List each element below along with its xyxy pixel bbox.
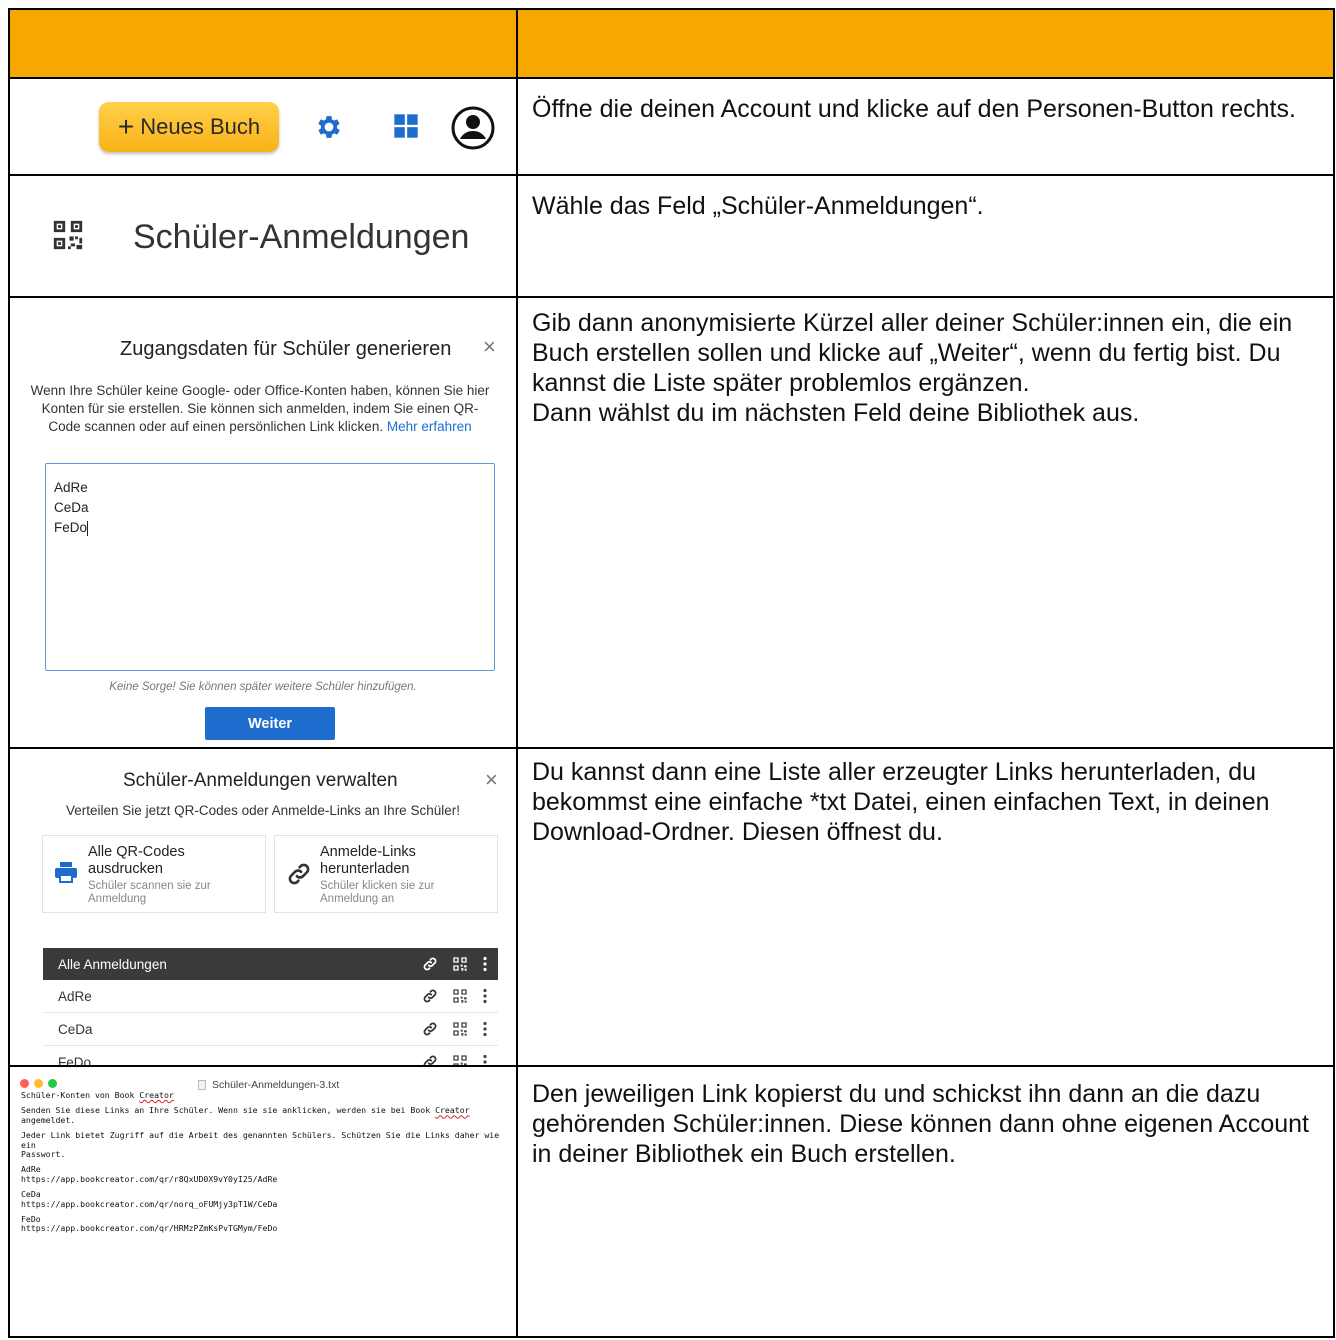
list-header-label: Alle Anmeldungen [58, 956, 167, 972]
table-header-left [10, 10, 518, 79]
textfile-content: Schüler-Konten von Book Creator Senden S… [21, 1090, 511, 1234]
list-item[interactable]: AdRe [43, 980, 498, 1013]
step-1-description: Öffne die deinen Account und klicke auf … [518, 79, 1333, 176]
dialog-info: Wenn Ihre Schüler keine Google- oder Off… [30, 382, 490, 436]
link-icon [286, 861, 312, 892]
qr-code-icon [51, 218, 85, 257]
entry-line-active: FeDo [54, 518, 486, 538]
more-vert-icon[interactable] [482, 1054, 488, 1067]
logins-list: Alle Anmeldungen AdRe CeDa FeDo [43, 948, 498, 1067]
table-header-right [518, 10, 1333, 79]
step-5-description: Den jeweiligen Link kopierst du und schi… [532, 1080, 1310, 1168]
dialog-hint: Keine Sorge! Sie können später weitere S… [109, 681, 417, 693]
screenshot-manage-dialog: Schüler-Anmeldungen verwalten × Verteile… [10, 749, 518, 1067]
new-book-label: Neues Buch [140, 114, 261, 139]
step-2-description: Wähle das Feld „Schüler-Anmeldungen“. [518, 176, 1333, 298]
plus-icon: + [117, 111, 135, 142]
qr-code-icon[interactable] [452, 956, 468, 972]
list-item-label: FeDo [58, 1054, 92, 1067]
textfile-heading: Schüler-Konten von Book Creator [21, 1090, 511, 1100]
list-item[interactable]: CeDa [43, 1013, 498, 1046]
textfile-entry-url[interactable]: https://app.bookcreator.com/qr/HRMzPZmKs… [21, 1224, 511, 1234]
zoom-window-dot[interactable] [48, 1079, 57, 1088]
card-subtitle: Schüler scannen sie zur Anmeldung [88, 880, 211, 905]
new-book-button[interactable]: + Neues Buch [99, 102, 279, 152]
entry-line: CeDa [54, 500, 89, 515]
textfile-para-text: Senden Sie diese Links an Ihre Schüler. … [21, 1105, 436, 1116]
link-icon[interactable] [422, 1021, 438, 1037]
entry-line: AdRe [54, 480, 88, 495]
qr-code-icon[interactable] [452, 988, 468, 1004]
textfile-entry-url[interactable]: https://app.bookcreator.com/qr/norq_oFUM… [21, 1199, 511, 1209]
more-vert-icon[interactable] [482, 1021, 488, 1037]
window-title: Schüler-Anmeldungen-3.txt [198, 1079, 339, 1091]
dialog-subtitle: Verteilen Sie jetzt QR-Codes oder Anmeld… [66, 803, 460, 818]
close-icon[interactable]: × [485, 767, 498, 793]
qr-code-icon[interactable] [452, 1054, 468, 1067]
more-vert-icon[interactable] [482, 988, 488, 1004]
textfile-entry-url[interactable]: https://app.bookcreator.com/qr/r8QxUD0X9… [21, 1174, 511, 1184]
account-icon[interactable] [450, 105, 496, 156]
textfile-heading-brand: Creator [139, 1090, 174, 1100]
gear-icon[interactable] [314, 112, 344, 147]
more-vert-icon[interactable] [482, 956, 488, 972]
screenshot-toolbar: + Neues Buch [10, 79, 518, 176]
minimize-window-dot[interactable] [34, 1079, 43, 1088]
document-icon [198, 1080, 206, 1090]
textfile-paragraph: Senden Sie diese Links an Ihre Schüler. … [21, 1106, 511, 1125]
step-4-description: Du kannst dann eine Liste aller erzeugte… [518, 749, 1333, 1067]
screenshot-generate-dialog: Zugangsdaten für Schüler generieren × We… [10, 298, 518, 749]
step-3-line: Dann wählst du im nächsten Feld deine Bi… [532, 399, 1140, 427]
entry-line-text: FeDo [54, 520, 88, 535]
screenshot-menu-item: Schüler-Anmeldungen [10, 176, 518, 298]
continue-button[interactable]: Weiter [205, 707, 335, 740]
dialog-title: Schüler-Anmeldungen verwalten [123, 770, 398, 791]
textfile-para-text: angemeldet. [21, 1114, 76, 1125]
qr-code-icon[interactable] [452, 1021, 468, 1037]
screenshot-textfile: Schüler-Anmeldungen-3.txt Schüler-Konten… [10, 1067, 518, 1336]
link-icon[interactable] [422, 1054, 438, 1067]
printer-icon [54, 861, 78, 888]
list-header: Alle Anmeldungen [43, 948, 498, 980]
textfile-paragraph: Jeder Link bietet Zugriff auf die Arbeit… [21, 1130, 500, 1160]
instruction-table: + Neues Buch Öffne die deinen Account un… [8, 8, 1335, 1338]
list-item-label: AdRe [58, 988, 92, 1004]
list-item[interactable]: FeDo [43, 1046, 498, 1067]
print-qr-codes-card[interactable]: Alle QR-Codes ausdrucken Schüler scannen… [42, 835, 266, 913]
download-links-card[interactable]: Anmelde-Links herunterladen Schüler klic… [274, 835, 498, 913]
link-icon[interactable] [422, 956, 438, 972]
student-logins-menu-label[interactable]: Schüler-Anmeldungen [133, 218, 469, 257]
list-item-label: CeDa [58, 1021, 93, 1037]
grid-view-icon[interactable] [392, 112, 420, 145]
close-icon[interactable]: × [483, 334, 496, 360]
card-subtitle: Schüler klicken sie zur Anmeldung an [320, 880, 435, 905]
step-3-line: Gib dann anonymisierte Kürzel aller dein… [532, 309, 1293, 397]
window-title-text: Schüler-Anmeldungen-3.txt [212, 1079, 340, 1091]
student-codes-textarea[interactable]: AdRe CeDa FeDo [45, 463, 495, 671]
close-window-dot[interactable] [20, 1079, 29, 1088]
card-title: Anmelde-Links herunterladen [320, 844, 416, 877]
dialog-title: Zugangsdaten für Schüler generieren [120, 338, 452, 360]
text-caret [87, 520, 89, 536]
textfile-heading-text: Schüler-Konten von Book [21, 1090, 140, 1100]
window-controls [20, 1079, 57, 1088]
step-3-description: Gib dann anonymisierte Kürzel aller dein… [518, 298, 1333, 749]
link-icon[interactable] [422, 988, 438, 1004]
card-title: Alle QR-Codes ausdrucken [88, 844, 185, 877]
learn-more-link[interactable]: Mehr erfahren [387, 419, 472, 434]
textfile-para-brand: Creator [435, 1105, 470, 1116]
